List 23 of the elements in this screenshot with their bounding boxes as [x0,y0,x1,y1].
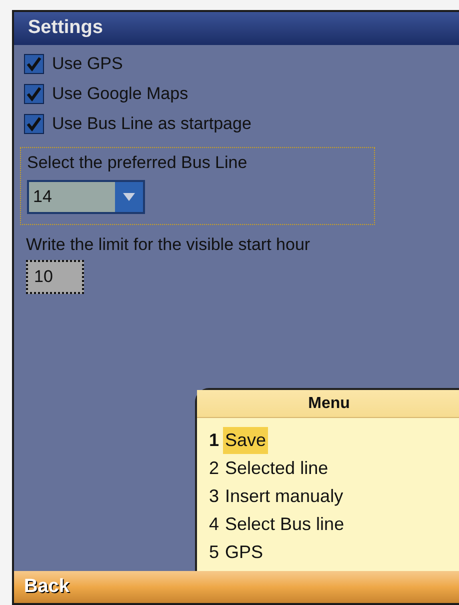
dropdown-arrow-icon [123,192,135,200]
menu-item[interactable]: Insert manualy [223,482,346,510]
item-number: 1 [209,428,220,452]
checkbox-label: Use Bus Line as startpage [52,113,252,136]
item-number: 3 [209,484,220,508]
window-title: Settings [28,16,103,40]
item-number: 2 [209,456,220,480]
menu-title: Menu [308,394,350,414]
field-label: Write the limit for the visible start hour [26,234,312,256]
menu-item[interactable]: Save [223,426,268,454]
item-number: 5 [209,540,220,564]
checkbox[interactable] [24,54,44,74]
checkbox[interactable] [24,84,44,104]
checkbox[interactable] [24,114,44,134]
item-number: 4 [209,512,220,536]
field-label: Select the preferred Bus Line [27,152,248,174]
checkbox-label: Use Google Maps [52,83,188,106]
bus-line-dropdown[interactable]: 14 [27,180,145,214]
menu-item[interactable]: Selected line [223,454,330,482]
checkbox-label: Use GPS [52,53,123,76]
start-hour-field[interactable]: 10 [26,260,84,294]
menu-item[interactable]: Select Bus line [223,510,346,538]
menu-item[interactable]: GPS [223,538,266,566]
